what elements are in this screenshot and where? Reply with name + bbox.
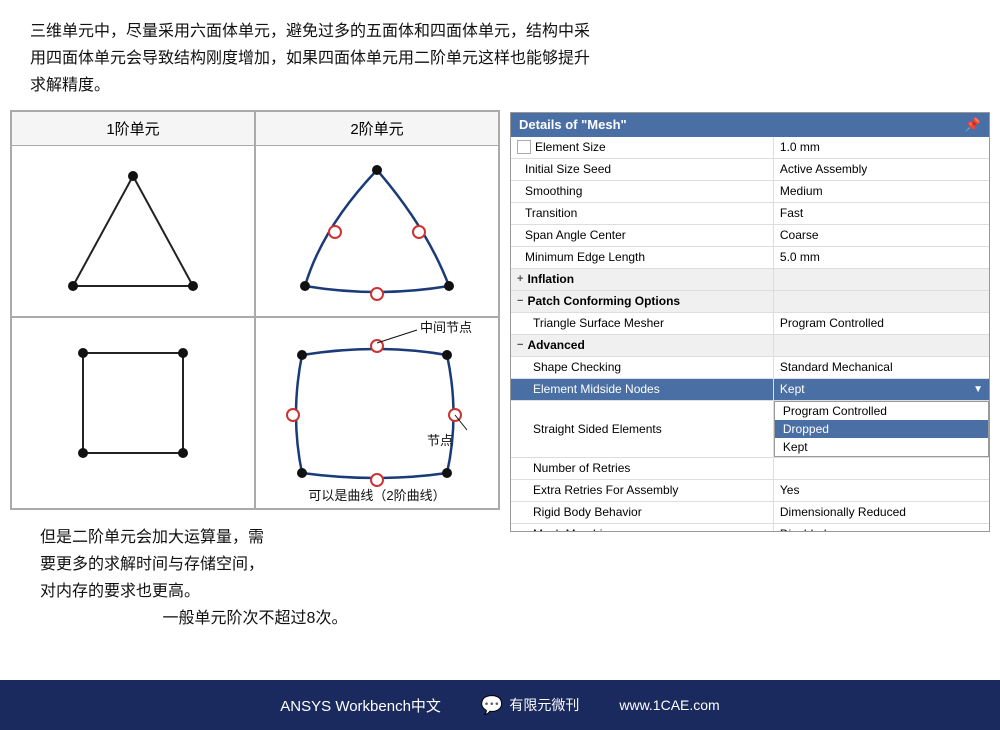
pin-icon: 📌 — [965, 117, 981, 133]
col2-header: 2阶单元 — [256, 112, 498, 146]
straight-sided-label: Straight Sided Elements — [511, 401, 774, 457]
advanced-label: − Advanced — [511, 335, 774, 356]
span-angle-row[interactable]: Span Angle Center Coarse — [511, 225, 989, 247]
extra-retries-label: Extra Retries For Assembly — [511, 480, 774, 501]
details-title: Details of "Mesh" 📌 — [511, 113, 989, 137]
quad-2nd-order: 中间节点 节点 可以是曲线（2阶曲线） — [255, 317, 499, 509]
advanced-expand[interactable]: − — [517, 339, 523, 351]
footer-logo: 💬 有限元微刊 — [481, 695, 579, 716]
rigid-body-value: Dimensionally Reduced — [774, 502, 989, 523]
triangle-surface-value: Program Controlled — [774, 313, 989, 334]
element-midside-text: Kept — [780, 382, 805, 396]
min-edge-value: 5.0 mm — [774, 247, 989, 268]
straight-sided-value: Program Controlled Dropped Kept — [774, 401, 989, 457]
mesh-morphing-label: Mesh Morphing — [511, 524, 774, 531]
span-angle-label: Span Angle Center — [511, 225, 774, 246]
smoothing-value: Medium — [774, 181, 989, 202]
inflation-section[interactable]: + Inflation — [511, 269, 989, 291]
shape-checking-label: Shape Checking — [511, 357, 774, 378]
details-panel: Details of "Mesh" 📌 Element Size 1.0 mm … — [510, 112, 990, 532]
rigid-body-row[interactable]: Rigid Body Behavior Dimensionally Reduce… — [511, 502, 989, 524]
dropdown-item-kept[interactable]: Kept — [775, 438, 988, 456]
dropdown-arrow-midside[interactable]: ▼ — [973, 384, 983, 395]
triangle-surface-row[interactable]: Triangle Surface Mesher Program Controll… — [511, 313, 989, 335]
mesh-morphing-value: Disabled — [774, 524, 989, 531]
element-size-row[interactable]: Element Size 1.0 mm — [511, 137, 989, 159]
patch-conforming-value — [774, 291, 989, 312]
triangle-surface-label: Triangle Surface Mesher — [511, 313, 774, 334]
dropdown-item-program[interactable]: Program Controlled — [775, 402, 988, 420]
initial-size-seed-row[interactable]: Initial Size Seed Active Assembly — [511, 159, 989, 181]
advanced-section[interactable]: − Advanced — [511, 335, 989, 357]
element-midside-label: Element Midside Nodes — [511, 379, 774, 400]
transition-label: Transition — [511, 203, 774, 224]
element-size-checkbox[interactable] — [517, 140, 531, 154]
quad-1st-body — [12, 318, 254, 508]
col2-header-cell: 2阶单元 — [255, 111, 499, 317]
dropdown-item-dropped[interactable]: Dropped — [775, 420, 988, 438]
span-angle-value: Coarse — [774, 225, 989, 246]
advanced-value — [774, 335, 989, 356]
svg-text:节点: 节点 — [427, 433, 453, 448]
details-content[interactable]: Element Size 1.0 mm Initial Size Seed Ac… — [511, 137, 989, 531]
extra-retries-value: Yes — [774, 480, 989, 501]
triangle-2nd-order — [256, 146, 498, 316]
middle-section: 1阶单元 — [0, 110, 1000, 680]
transition-row[interactable]: Transition Fast — [511, 203, 989, 225]
smoothing-row[interactable]: Smoothing Medium — [511, 181, 989, 203]
footer-right-text: www.1CAE.com — [619, 697, 719, 713]
patch-expand[interactable]: − — [517, 295, 523, 307]
col1-header-cell: 1阶单元 — [11, 111, 255, 317]
min-edge-row[interactable]: Minimum Edge Length 5.0 mm — [511, 247, 989, 269]
num-retries-value — [774, 458, 989, 479]
col1-header: 1阶单元 — [12, 112, 254, 146]
inflation-value — [774, 269, 989, 290]
num-retries-row[interactable]: Number of Retries — [511, 458, 989, 480]
rigid-body-label: Rigid Body Behavior — [511, 502, 774, 523]
element-midside-row[interactable]: Element Midside Nodes Kept ▼ — [511, 379, 989, 401]
shape-checking-value: Standard Mechanical — [774, 357, 989, 378]
diagram-section: 1阶单元 — [10, 110, 500, 680]
straight-sided-row[interactable]: Straight Sided Elements Program Controll… — [511, 401, 989, 458]
mesh-morphing-row[interactable]: Mesh Morphing Disabled — [511, 524, 989, 531]
initial-size-seed-label: Initial Size Seed — [511, 159, 774, 180]
min-edge-label: Minimum Edge Length — [511, 247, 774, 268]
inflation-expand[interactable]: + — [517, 273, 523, 285]
inflation-label: + Inflation — [511, 269, 774, 290]
bottom-text: 但是二阶单元会加大运算量，需 要更多的求解时间与存储空间， 对内存的要求也更高。… — [10, 510, 500, 643]
element-size-value: 1.0 mm — [774, 137, 989, 158]
footer-left-text: ANSYS Workbench中文 — [280, 695, 441, 716]
element-midside-value[interactable]: Kept ▼ — [774, 379, 989, 400]
diagram-grid: 1阶单元 — [10, 110, 500, 510]
quad-2nd-body: 中间节点 节点 可以是曲线（2阶曲线） — [256, 318, 498, 508]
element-size-label: Element Size — [511, 137, 774, 158]
patch-conforming-label: − Patch Conforming Options — [511, 291, 774, 312]
svg-text:中间节点: 中间节点 — [420, 320, 472, 335]
num-retries-label: Number of Retries — [511, 458, 774, 479]
extra-retries-row[interactable]: Extra Retries For Assembly Yes — [511, 480, 989, 502]
quad-1st-order — [11, 317, 255, 509]
shape-checking-row[interactable]: Shape Checking Standard Mechanical — [511, 357, 989, 379]
curve-annotation: 可以是曲线（2阶曲线） — [256, 485, 498, 504]
top-description: 三维单元中，尽量采用六面体单元，避免过多的五面体和四面体单元，结构中采 用四面体… — [0, 0, 1000, 110]
straight-sided-dropdown: Program Controlled Dropped Kept — [774, 401, 989, 457]
initial-size-seed-value: Active Assembly — [774, 159, 989, 180]
smoothing-label: Smoothing — [511, 181, 774, 202]
patch-conforming-section[interactable]: − Patch Conforming Options — [511, 291, 989, 313]
transition-value: Fast — [774, 203, 989, 224]
triangle-1st-order — [12, 146, 254, 316]
footer-bar: ANSYS Workbench中文 💬 有限元微刊 www.1CAE.com — [0, 680, 1000, 730]
bottom-center-line: 一般单元阶次不超过8次。 — [40, 605, 470, 632]
main-container: 三维单元中，尽量采用六面体单元，避免过多的五面体和四面体单元，结构中采 用四面体… — [0, 0, 1000, 730]
